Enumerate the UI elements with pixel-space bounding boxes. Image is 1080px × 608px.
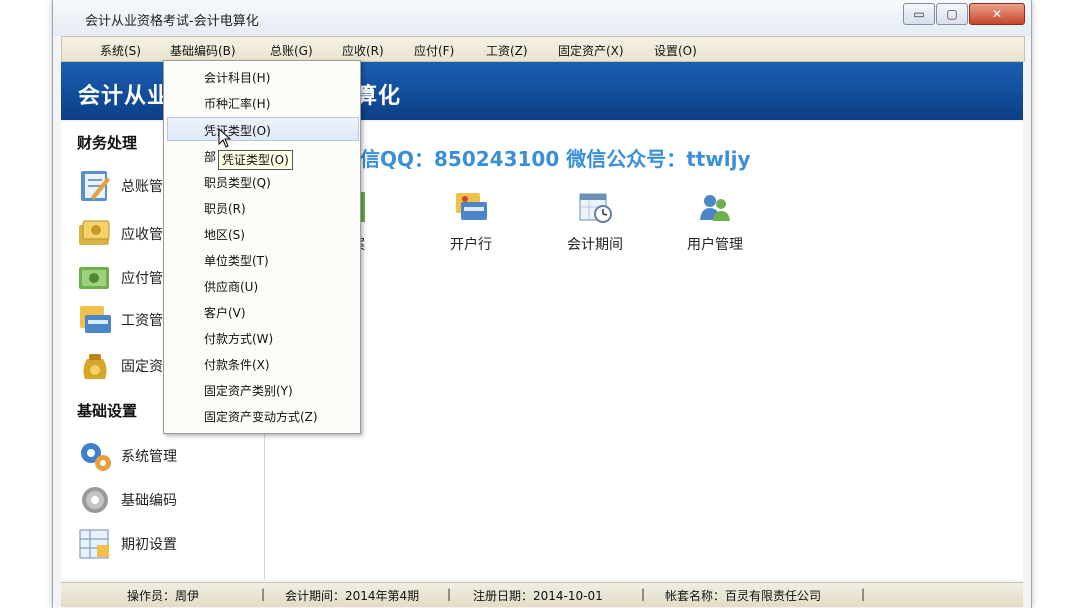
sidebar-label-fixed-assets: 固定资: [121, 359, 163, 375]
dropdown-item-payment-method[interactable]: 付款方式(W): [204, 330, 273, 347]
sidebar-item-basic-coding[interactable]: 基础编码: [77, 482, 177, 518]
tile-accounting-period[interactable]: 会计期间: [552, 190, 638, 254]
money-in-icon: [77, 217, 113, 251]
section-basic-settings: 基础设置: [77, 402, 138, 420]
menu-salary[interactable]: 工资(Z): [486, 42, 528, 59]
calendar-clock-icon: [577, 190, 613, 224]
dropdown-item-department[interactable]: 部: [204, 148, 216, 165]
salary-card-icon: [77, 303, 113, 337]
status-separator: |: [861, 587, 866, 601]
close-icon: ✕: [991, 7, 1003, 21]
status-reg-date: 注册日期：2014-10-01: [473, 589, 603, 603]
menu-system[interactable]: 系统(S): [100, 42, 141, 59]
menu-fixed-assets[interactable]: 固定资产(X): [558, 42, 624, 59]
dropdown-item-asset-category[interactable]: 固定资产类别(Y): [204, 382, 293, 399]
sidebar-item-receivable[interactable]: 应收管: [77, 216, 163, 252]
dropdown-item-region[interactable]: 地区(S): [204, 226, 245, 243]
maximize-icon: ▢: [946, 7, 958, 21]
tile-label-accounting-period: 会计期间: [567, 237, 623, 253]
dropdown-item-currency[interactable]: 币种汇率(H): [204, 95, 270, 112]
status-separator: |: [641, 587, 646, 601]
sidebar-item-fixed-assets[interactable]: 固定资: [77, 348, 163, 384]
sidebar-label-receivable: 应收管: [121, 227, 163, 243]
sidebar-label-payable: 应付管: [121, 271, 163, 287]
dropdown-item-voucher-type[interactable]: 凭证类型(O): [204, 122, 271, 139]
close-button[interactable]: ✕: [969, 3, 1025, 25]
sidebar-label-opening-setup: 期初设置: [121, 537, 177, 553]
menu-payable[interactable]: 应付(F): [414, 42, 454, 59]
status-separator: |: [447, 587, 452, 601]
dropdown-item-customer[interactable]: 客户(V): [204, 304, 246, 321]
tile-label-bank: 开户行: [450, 237, 492, 253]
sidebar-label-system-management: 系统管理: [121, 449, 177, 465]
window-title: 会计从业资格考试-会计电算化: [85, 14, 259, 29]
minimize-button[interactable]: ▭: [903, 3, 935, 25]
dropdown-item-payment-terms[interactable]: 付款条件(X): [204, 356, 270, 373]
spreadsheet-icon: [77, 527, 113, 561]
money-bag-icon: [77, 349, 113, 383]
sidebar-item-payable[interactable]: 应付管: [77, 260, 163, 296]
gears-icon: [77, 439, 113, 473]
status-operator: 操作员：周伊: [127, 589, 200, 603]
status-separator: |: [261, 587, 266, 601]
sidebar-label-basic-coding: 基础编码: [121, 493, 177, 509]
dropdown-item-unit-type[interactable]: 单位类型(T): [204, 252, 269, 269]
sidebar-item-opening-setup[interactable]: 期初设置: [77, 526, 177, 562]
sidebar-label-salary: 工资管: [121, 313, 163, 329]
tooltip: 凭证类型(O): [218, 150, 293, 170]
menu-receivable[interactable]: 应收(R): [342, 42, 384, 59]
title-bar[interactable]: 会计从业资格考试-会计电算化 ▭ ▢ ✕: [53, 0, 1031, 36]
dropdown-item-staff-type[interactable]: 职员类型(Q): [204, 174, 271, 191]
sidebar-label-ledger: 总账管: [121, 179, 163, 195]
tile-user-management[interactable]: 用户管理: [672, 190, 758, 254]
dropdown-item-staff[interactable]: 职员(R): [204, 200, 246, 217]
sidebar-item-salary[interactable]: 工资管: [77, 302, 163, 338]
menu-basic-coding[interactable]: 基础编码(B): [170, 42, 236, 59]
dropdown-item-supplier[interactable]: 供应商(U): [204, 278, 258, 295]
dropdown-item-asset-change-method[interactable]: 固定资产变动方式(Z): [204, 408, 318, 425]
status-period: 会计期间：2014年第4期: [285, 589, 420, 603]
status-bar: 操作员：周伊 | 会计期间：2014年第4期 | 注册日期：2014-10-01…: [61, 582, 1023, 607]
ledger-book-icon: [77, 169, 113, 203]
users-icon: [697, 190, 733, 224]
menu-ledger[interactable]: 总账(G): [270, 42, 313, 59]
sidebar-item-system-management[interactable]: 系统管理: [77, 438, 177, 474]
money-out-icon: [77, 261, 113, 295]
basic-coding-dropdown: 会计科目(H) 币种汇率(H) 凭证类型(O) 部 职员类型(Q) 职员(R) …: [163, 60, 361, 434]
tile-bank[interactable]: 开户行: [428, 190, 514, 254]
banner-title-right: 算化: [355, 84, 402, 109]
menu-bar: 系统(S) 基础编码(B) 总账(G) 应收(R) 应付(F) 工资(Z) 固定…: [61, 36, 1025, 62]
sidebar-item-ledger[interactable]: 总账管: [77, 168, 163, 204]
gear-icon: [77, 483, 113, 517]
section-finance: 财务处理: [77, 134, 138, 152]
mouse-cursor-icon: [218, 128, 232, 148]
menu-settings[interactable]: 设置(O): [654, 42, 697, 59]
dropdown-item-accounts[interactable]: 会计科目(H): [204, 69, 270, 86]
bank-card-icon: [453, 190, 489, 224]
status-account: 帐套名称：百灵有限责任公司: [665, 589, 822, 603]
banner-title-left: 会计从业: [78, 84, 171, 109]
maximize-button[interactable]: ▢: [936, 3, 968, 25]
minimize-icon: ▭: [913, 7, 925, 21]
tile-label-user-management: 用户管理: [687, 237, 743, 253]
